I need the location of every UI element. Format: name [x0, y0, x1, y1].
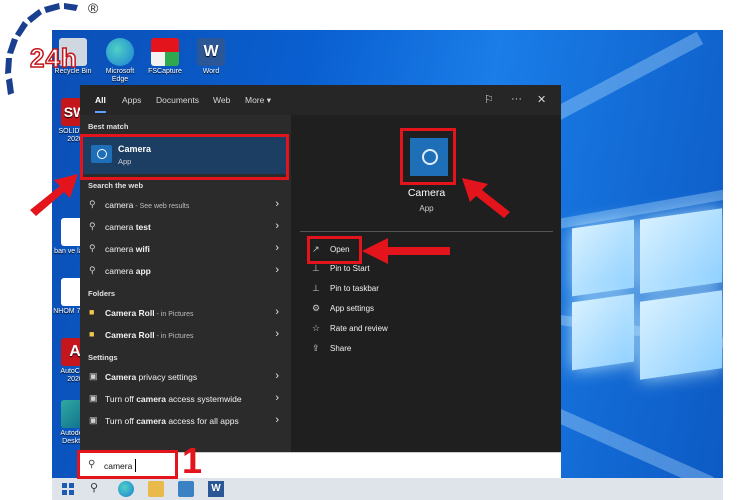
share-icon: ⇪: [312, 343, 320, 353]
folder-icon: ■: [89, 307, 95, 317]
pin-icon: ⊥: [312, 283, 320, 293]
gear-icon: ⚙: [312, 303, 321, 313]
arrow-to-app-icon: [462, 178, 510, 218]
action-pin-to-taskbar[interactable]: ⊥ Pin to taskbar: [312, 283, 492, 297]
chevron-right-icon: ›: [275, 328, 279, 340]
edge-icon[interactable]: [118, 481, 134, 497]
feedback-icon[interactable]: ⚐: [484, 93, 494, 106]
fscapture-icon: [151, 38, 179, 66]
search-icon: ⚲: [89, 243, 96, 253]
brand-text: 24h: [29, 42, 78, 74]
divider: [300, 231, 553, 232]
desktop-icon-fscapture[interactable]: FSCapture: [142, 38, 188, 76]
highlight-open: [307, 236, 362, 264]
tab-all[interactable]: All: [95, 95, 106, 105]
web-result[interactable]: ⚲ camera app ›: [80, 261, 291, 282]
web-result[interactable]: ⚲ camera wifi ›: [80, 239, 291, 260]
folder-result[interactable]: ■ Camera Roll - in Pictures ›: [80, 325, 291, 346]
folder-icon: ■: [89, 329, 95, 339]
windows-logo-wallpaper: [572, 208, 722, 380]
chevron-right-icon: ›: [275, 370, 279, 382]
chevron-right-icon: ›: [275, 220, 279, 232]
step-number: 1: [182, 440, 203, 481]
highlight-best-match: [80, 134, 289, 180]
word-icon: W: [197, 38, 225, 66]
taskbar: ⚲ W: [52, 478, 723, 500]
section-settings: Settings: [88, 353, 118, 362]
close-icon[interactable]: ✕: [537, 93, 546, 106]
highlight-app-icon: [400, 128, 456, 185]
detail-title: Camera: [407, 187, 446, 199]
camera-settings-icon: ▣: [89, 415, 98, 425]
more-options-icon[interactable]: ···: [511, 93, 522, 105]
highlight-search-box: [77, 450, 178, 479]
chevron-right-icon: ›: [275, 198, 279, 210]
chevron-right-icon: ›: [275, 264, 279, 276]
chevron-right-icon: ›: [275, 392, 279, 404]
arrow-to-best-match: [30, 174, 78, 216]
search-icon: ⚲: [89, 221, 96, 231]
tab-apps[interactable]: Apps: [122, 95, 141, 105]
desktop-icon-word[interactable]: W Word: [188, 38, 234, 76]
active-tab-indicator: [95, 111, 106, 113]
camera-settings-icon: ▣: [89, 371, 98, 381]
camera-settings-icon: ▣: [89, 393, 98, 403]
tab-documents[interactable]: Documents: [156, 95, 199, 105]
setting-result[interactable]: ▣ Turn off camera access for all apps ›: [80, 411, 291, 432]
chevron-down-icon: ▾: [266, 95, 272, 105]
folder-result[interactable]: ■ Camera Roll - in Pictures ›: [80, 303, 291, 324]
arrow-to-open: [362, 238, 450, 264]
search-icon: ⚲: [89, 265, 96, 275]
pin-icon: ⊥: [312, 263, 320, 273]
registered-mark: ®: [88, 0, 99, 16]
store-icon[interactable]: [178, 481, 194, 497]
star-icon: ☆: [312, 323, 321, 333]
setting-result[interactable]: ▣ Camera privacy settings ›: [80, 367, 291, 388]
tab-more[interactable]: More ▾: [245, 95, 271, 106]
search-icon: ⚲: [89, 199, 96, 209]
section-folders: Folders: [88, 289, 116, 298]
screenshot: Recycle Bin Microsoft Edge FSCapture W W…: [0, 0, 750, 500]
action-app-settings[interactable]: ⚙ App settings: [312, 303, 492, 317]
file-explorer-icon[interactable]: [148, 481, 164, 497]
chevron-right-icon: ›: [275, 306, 279, 318]
setting-result[interactable]: ▣ Turn off camera access systemwide ›: [80, 389, 291, 410]
detail-type: App: [419, 204, 434, 213]
search-header: All Apps Documents Web More ▾ ⚐ ··· ✕: [80, 85, 561, 115]
section-best-match: Best match: [88, 122, 129, 131]
web-result[interactable]: ⚲ camera test ›: [80, 217, 291, 238]
section-search-web: Search the web: [88, 181, 144, 190]
windows-start-icon[interactable]: [60, 481, 76, 497]
tab-web[interactable]: Web: [213, 95, 230, 105]
action-rate-and-review[interactable]: ☆ Rate and review: [312, 323, 492, 337]
word-icon[interactable]: W: [208, 481, 224, 497]
web-result[interactable]: ⚲ camera - See web results ›: [80, 195, 291, 216]
action-share[interactable]: ⇪ Share: [312, 343, 492, 357]
chevron-right-icon: ›: [275, 242, 279, 254]
chevron-right-icon: ›: [275, 414, 279, 426]
search-icon[interactable]: ⚲: [90, 481, 106, 497]
